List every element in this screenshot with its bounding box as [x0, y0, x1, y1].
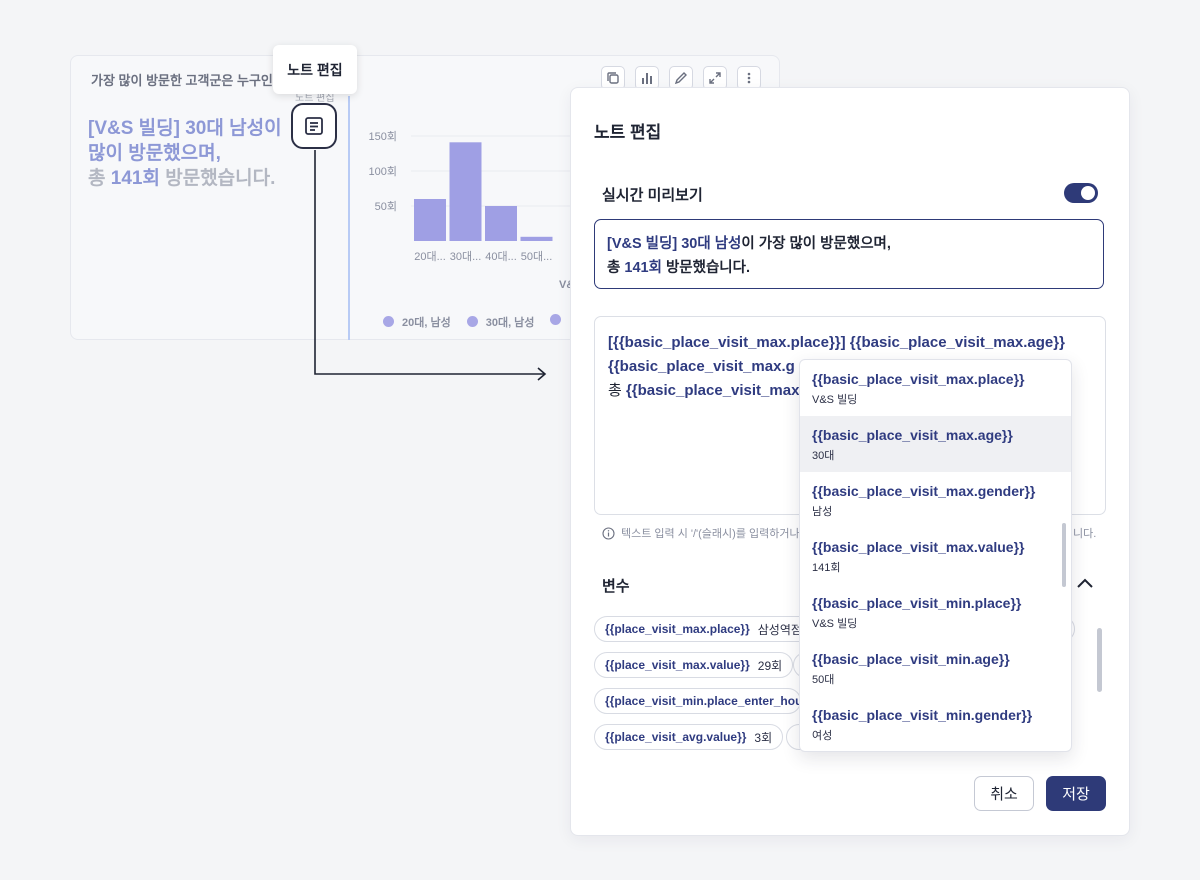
chart-svg: 150회100회50회20대... 30대... 40대... 50대...V&	[369, 130, 581, 291]
info-icon	[602, 526, 615, 540]
note-edit-button[interactable]	[291, 103, 337, 149]
dropdown-item-active[interactable]: {{basic_place_visit_max.age}} 30대	[800, 416, 1071, 472]
legend-dot	[383, 316, 394, 327]
card-note-text: [V&S 빌딩] 30대 남성이 많이 방문했으며, 총 141회 방문했습니다…	[88, 118, 282, 189]
preview-box: [V&S 빌딩] 30대 남성이 가장 많이 방문했으며, 총 141회 방문했…	[594, 219, 1104, 289]
divider	[348, 96, 350, 340]
legend-dot	[466, 316, 478, 327]
dropdown-item[interactable]: {{basic_place_visit_min.age}} 50대	[800, 640, 1071, 696]
legend-dot	[550, 314, 562, 325]
dropdown-item[interactable]: {{basic_place_visit_max.value}} 141회	[800, 528, 1071, 584]
dropdown-scrollbar[interactable]	[1062, 523, 1066, 587]
bar[interactable]	[449, 142, 482, 241]
legend-item	[550, 314, 569, 330]
bar-chart: 150회 100회 50회 20대... 30대... 40대... 50대... V&	[361, 116, 581, 296]
variable-chip[interactable]: {{place_visit_min.place_enter_hour}}	[594, 688, 801, 714]
save-button[interactable]: 저장	[1046, 776, 1106, 811]
bar[interactable]	[520, 236, 553, 241]
legend-item: 20대, 남성	[383, 314, 451, 330]
note-edit-tooltip: 노트 편집	[273, 45, 357, 94]
variable-chip[interactable]: {{place_visit_max.value}} 29회	[594, 652, 794, 678]
variables-title: 변수	[602, 578, 630, 595]
card-title: 가장 많이 방문한 고객군은 누구인	[91, 73, 273, 88]
dropdown-item[interactable]: {{basic_place_visit_min.place}} V&S 빌딩	[800, 584, 1071, 640]
x-tick-label: 50대...	[521, 250, 553, 263]
bar[interactable]	[485, 206, 517, 241]
variable-chip[interactable]: {{place_visit_max.place}} 삼성역점	[594, 616, 813, 642]
live-preview-toggle[interactable]	[1064, 183, 1098, 203]
toggle-knob	[1081, 186, 1095, 200]
live-preview-label: 실시간 미리보기	[602, 187, 703, 204]
x-tick-label: 30대...	[450, 250, 482, 263]
y-tick-label: 100회	[369, 165, 397, 178]
variables-scrollbar[interactable]	[1097, 628, 1102, 692]
variable-chip[interactable]: {{place_visit_avg.value}} 3회	[594, 724, 784, 750]
y-tick-label: 50회	[375, 200, 397, 213]
x-tick-label: 20대...	[414, 250, 446, 263]
cancel-button[interactable]: 취소	[974, 776, 1034, 811]
x-tick-label: 40대...	[485, 250, 517, 263]
dropdown-item[interactable]: {{basic_place_visit_max.place}} V&S 빌딩	[800, 360, 1071, 416]
dropdown-item[interactable]: {{basic_place_visit_max.gender}} 남성	[800, 472, 1071, 528]
bar[interactable]	[414, 199, 446, 241]
variable-dropdown: {{basic_place_visit_max.place}} V&S 빌딩 {{…	[799, 359, 1072, 752]
legend-item: 30대, 남성	[466, 314, 534, 330]
chevron-up-icon[interactable]	[1076, 577, 1094, 589]
editor-hint: 텍스트 입력 시 '/'(슬래시)를 입력하거나	[602, 525, 800, 541]
chart-legend: 20대, 남성 30대, 남성	[383, 314, 569, 330]
modal-title: 노트 편집	[594, 123, 662, 142]
y-tick-label: 150회	[369, 130, 397, 143]
note-icon	[305, 117, 323, 135]
dropdown-item[interactable]: {{basic_place_visit_min.gender}} 여성	[800, 696, 1071, 751]
editor-hint-tail: 니다.	[1073, 528, 1097, 540]
